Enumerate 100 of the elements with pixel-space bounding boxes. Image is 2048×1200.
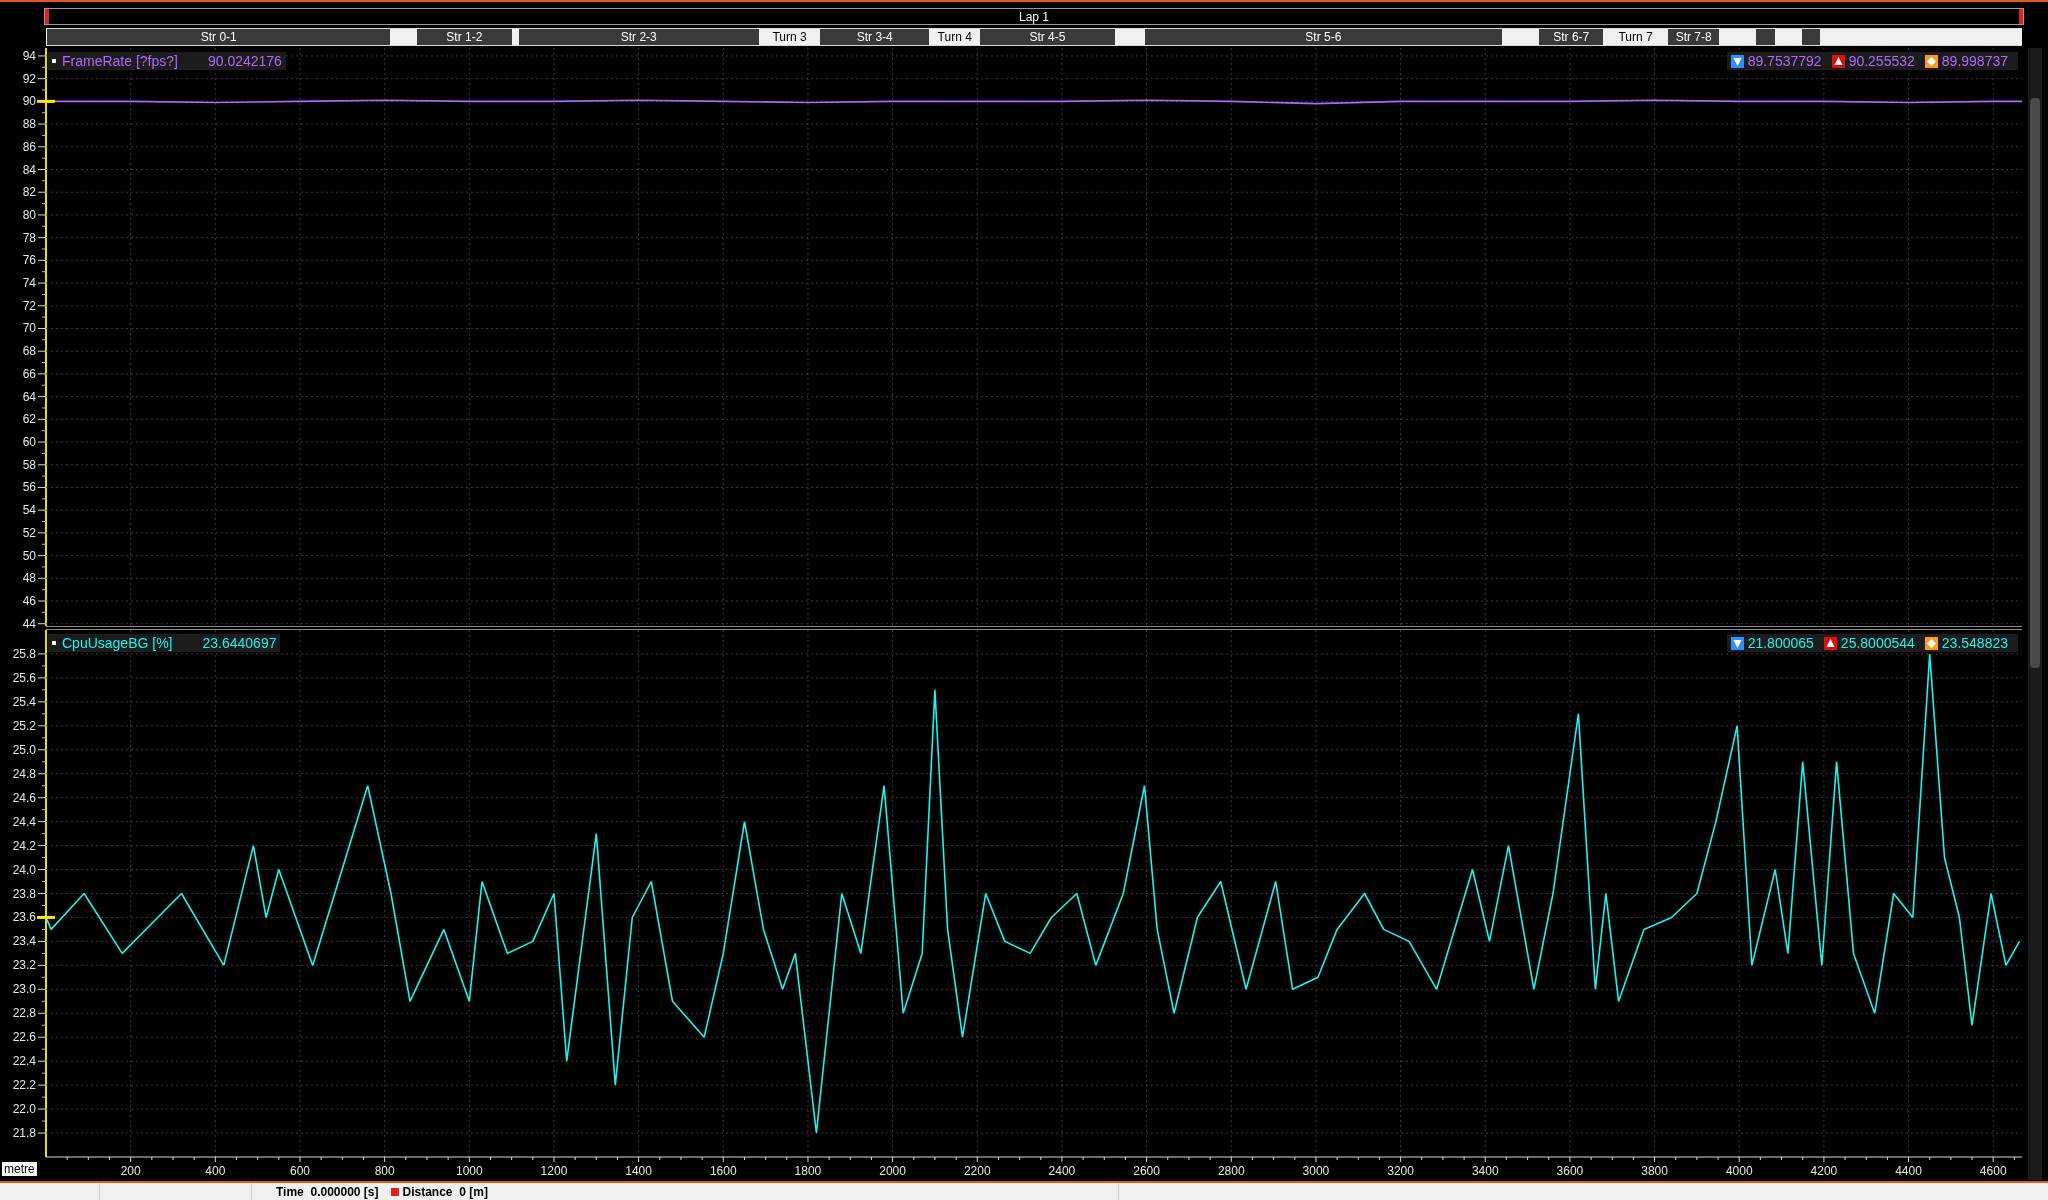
y-tick-label: 24.8 xyxy=(12,766,36,781)
y-tick-label: 78 xyxy=(22,230,36,245)
y-tick-label: 60 xyxy=(22,435,36,450)
y-tick-label: 44 xyxy=(22,616,36,631)
y-tick-label: 22.2 xyxy=(12,1078,36,1093)
y-tick-label: 24.4 xyxy=(12,814,36,829)
x-tick-label: 1200 xyxy=(540,1164,568,1178)
straight-segment[interactable]: Str 4-5 xyxy=(979,29,1116,45)
y-tick-label: 25.0 xyxy=(12,742,36,757)
x-tick-label: 3400 xyxy=(1471,1164,1499,1178)
x-tick-label: 400 xyxy=(205,1164,226,1178)
distance-marker-icon xyxy=(390,1187,399,1196)
current-value: 23.6440697 xyxy=(202,636,277,650)
y-tick-label: 56 xyxy=(22,480,36,495)
minimum-value: 21.800065 xyxy=(1747,636,1814,650)
x-tick-label: 600 xyxy=(289,1164,310,1178)
straight-segment[interactable]: Str 1-2 xyxy=(416,29,513,45)
x-tick-label: 200 xyxy=(120,1164,141,1178)
y-tick-label: 23.2 xyxy=(12,958,36,973)
y-tick-label: 64 xyxy=(22,389,36,404)
diamond-icon xyxy=(1924,54,1938,68)
x-tick-label: 1600 xyxy=(709,1164,737,1178)
series-name: FrameRate [?fps?] xyxy=(62,54,178,68)
average-value: 23.548823 xyxy=(1941,636,2008,650)
lap-bar[interactable]: Lap 1 xyxy=(44,8,2024,25)
down-triangle-icon xyxy=(1730,54,1744,68)
axis-unit-label: metre xyxy=(2,1162,37,1176)
y-tick-label: 23.8 xyxy=(12,886,36,901)
straight-segment[interactable]: Str 5-6 xyxy=(1144,29,1503,45)
x-tick-label: 2200 xyxy=(963,1164,991,1178)
x-tick-label: 2400 xyxy=(1048,1164,1076,1178)
x-tick-label: 1400 xyxy=(625,1164,652,1178)
lap-label: Lap 1 xyxy=(1019,10,1049,23)
y-tick-label: 52 xyxy=(22,525,36,540)
diamond-icon xyxy=(1924,636,1938,650)
x-tick-label: 3800 xyxy=(1641,1164,1668,1178)
x-tick-label: 3000 xyxy=(1302,1164,1330,1178)
y-tick-label: 66 xyxy=(22,366,36,381)
y-tick-label: 25.8 xyxy=(12,646,36,661)
y-tick-label: 68 xyxy=(22,344,36,359)
y-tick-label: 25.6 xyxy=(12,670,36,685)
up-triangle-icon xyxy=(1831,54,1845,68)
x-tick-label: 2600 xyxy=(1133,1164,1160,1178)
scrollbar-thumb[interactable] xyxy=(2030,98,2040,668)
x-tick-label: 800 xyxy=(374,1164,395,1178)
y-tick-label: 84 xyxy=(22,162,36,177)
y-tick-label: 74 xyxy=(22,276,36,291)
y-tick-label: 62 xyxy=(22,412,36,427)
y-tick-label: 24.0 xyxy=(12,862,36,877)
series-marker-icon xyxy=(52,641,56,645)
y-tick-label: 22.4 xyxy=(12,1054,36,1069)
straight-segment[interactable]: Str 6-7 xyxy=(1538,29,1605,45)
y-tick-label: 80 xyxy=(22,207,36,222)
y-tick-label: 92 xyxy=(22,71,36,86)
y-tick-label: 46 xyxy=(22,594,36,608)
cursor-marker[interactable] xyxy=(37,99,55,103)
y-tick-label: 58 xyxy=(22,457,36,472)
y-tick-label: 22.8 xyxy=(12,1006,36,1021)
up-triangle-icon xyxy=(1823,636,1837,650)
straight-segment[interactable] xyxy=(1801,29,1821,45)
straight-segment[interactable]: Str 2-3 xyxy=(517,29,760,45)
y-tick-label: 82 xyxy=(22,185,36,200)
y-tick-label: 23.6 xyxy=(12,910,36,925)
average-value: 89.998737 xyxy=(1941,54,2008,68)
x-tick-label: 1800 xyxy=(794,1164,822,1178)
y-tick-label: 22.0 xyxy=(12,1102,36,1117)
y-tick-label: 48 xyxy=(22,571,36,586)
x-tick-label: 3200 xyxy=(1387,1164,1414,1178)
maximum-value: 25.8000544 xyxy=(1840,636,1915,650)
straight-segment[interactable]: Str 7-8 xyxy=(1667,29,1721,45)
x-tick-label: 3600 xyxy=(1556,1164,1584,1178)
straight-segment[interactable] xyxy=(1754,29,1776,45)
maximum-value: 90.255532 xyxy=(1848,54,1915,68)
straight-segment[interactable]: Str 0-1 xyxy=(46,29,392,45)
y-tick-label: 70 xyxy=(22,321,36,336)
y-tick-label: 72 xyxy=(22,298,36,313)
time-readout: Time 0.000000 [s] xyxy=(276,1185,379,1198)
straight-segment[interactable]: Str 3-4 xyxy=(819,29,931,45)
x-tick-label: 4000 xyxy=(1725,1164,1753,1178)
y-tick-label: 22.6 xyxy=(12,1030,36,1045)
x-tick-label: 1000 xyxy=(455,1164,483,1178)
down-triangle-icon xyxy=(1730,636,1744,650)
minimum-value: 89.7537792 xyxy=(1747,54,1822,68)
current-value: 90.0242176 xyxy=(207,54,282,68)
y-tick-label: 88 xyxy=(22,117,36,132)
y-tick-label: 90 xyxy=(22,94,36,109)
y-tick-label: 86 xyxy=(22,139,36,154)
cursor-marker[interactable] xyxy=(37,915,55,919)
y-tick-label: 23.0 xyxy=(12,982,36,997)
y-tick-label: 21.8 xyxy=(12,1126,36,1141)
y-tick-label: 24.6 xyxy=(12,790,36,805)
x-tick-label: 4200 xyxy=(1810,1164,1838,1178)
scrollbar[interactable] xyxy=(2028,48,2042,1180)
y-tick-label: 54 xyxy=(22,503,36,518)
distance-readout: Distance 0 [m] xyxy=(402,1185,488,1198)
y-tick-label: 50 xyxy=(22,548,36,563)
x-tick-label: 4600 xyxy=(1979,1164,2007,1178)
series-marker-icon xyxy=(52,59,56,63)
y-tick-label: 24.2 xyxy=(12,838,36,853)
y-tick-label: 25.2 xyxy=(12,718,36,733)
